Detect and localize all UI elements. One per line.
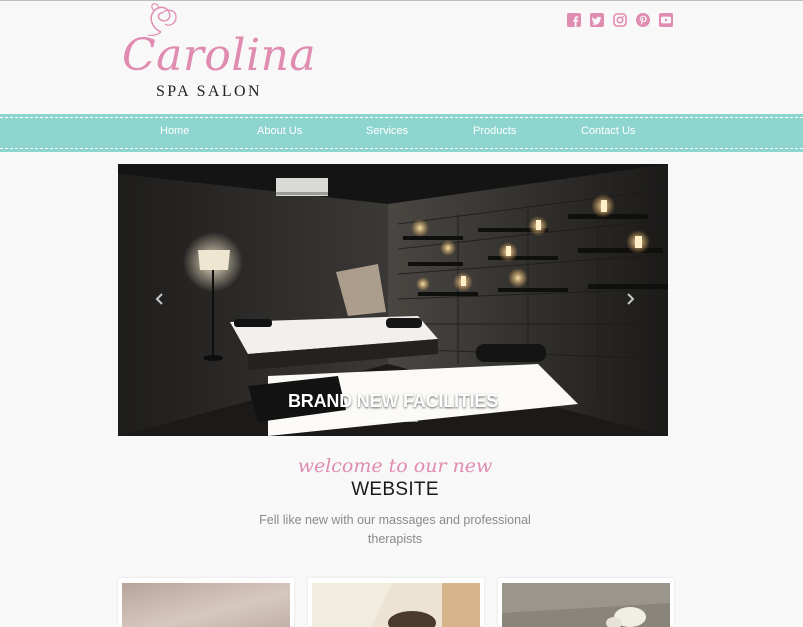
- twitter-icon[interactable]: [589, 12, 604, 27]
- welcome-script-heading: welcome to our new: [297, 455, 493, 477]
- nav-item-contact-us[interactable]: Contact Us: [581, 125, 635, 137]
- slider-next-button[interactable]: [624, 292, 636, 306]
- nav-item-about-us[interactable]: About Us: [257, 125, 302, 137]
- slide-caption: BRAND NEW FACILITIES: [288, 391, 498, 411]
- hero-slider: BRAND NEW FACILITIES: [118, 164, 668, 436]
- slider-dot[interactable]: [370, 420, 384, 422]
- main-nav: Home About Us Services Products Contact …: [0, 114, 803, 152]
- logo[interactable]: Carolina SPA SALON: [118, 2, 316, 102]
- service-card[interactable]: [118, 578, 294, 627]
- nav-item-services[interactable]: Services: [366, 125, 408, 137]
- logo-wordmark: Carolina: [122, 30, 317, 81]
- service-image: [122, 583, 290, 627]
- slider-dot[interactable]: [387, 420, 401, 422]
- service-card[interactable]: [308, 578, 484, 627]
- welcome-text: Fell like new with our massages and prof…: [259, 513, 531, 546]
- instagram-icon[interactable]: [612, 12, 627, 27]
- slider-indicators: [370, 420, 418, 422]
- chevron-right-icon: [627, 293, 635, 305]
- facebook-icon[interactable]: [566, 12, 581, 27]
- youtube-icon[interactable]: [658, 12, 673, 27]
- pinterest-icon[interactable]: [635, 12, 650, 27]
- social-links: [566, 12, 673, 27]
- slider-prev-button[interactable]: [154, 292, 166, 306]
- top-border: [0, 0, 803, 1]
- logo-subtitle: SPA SALON: [156, 83, 262, 100]
- service-card[interactable]: [498, 578, 674, 627]
- welcome-title: WEBSITE: [351, 479, 439, 500]
- nav-item-home[interactable]: Home: [160, 125, 189, 137]
- nav-item-products[interactable]: Products: [473, 125, 516, 137]
- service-image: [502, 583, 670, 627]
- slider-dot[interactable]: [404, 420, 418, 422]
- service-image: [312, 583, 480, 627]
- chevron-left-icon: [155, 293, 163, 305]
